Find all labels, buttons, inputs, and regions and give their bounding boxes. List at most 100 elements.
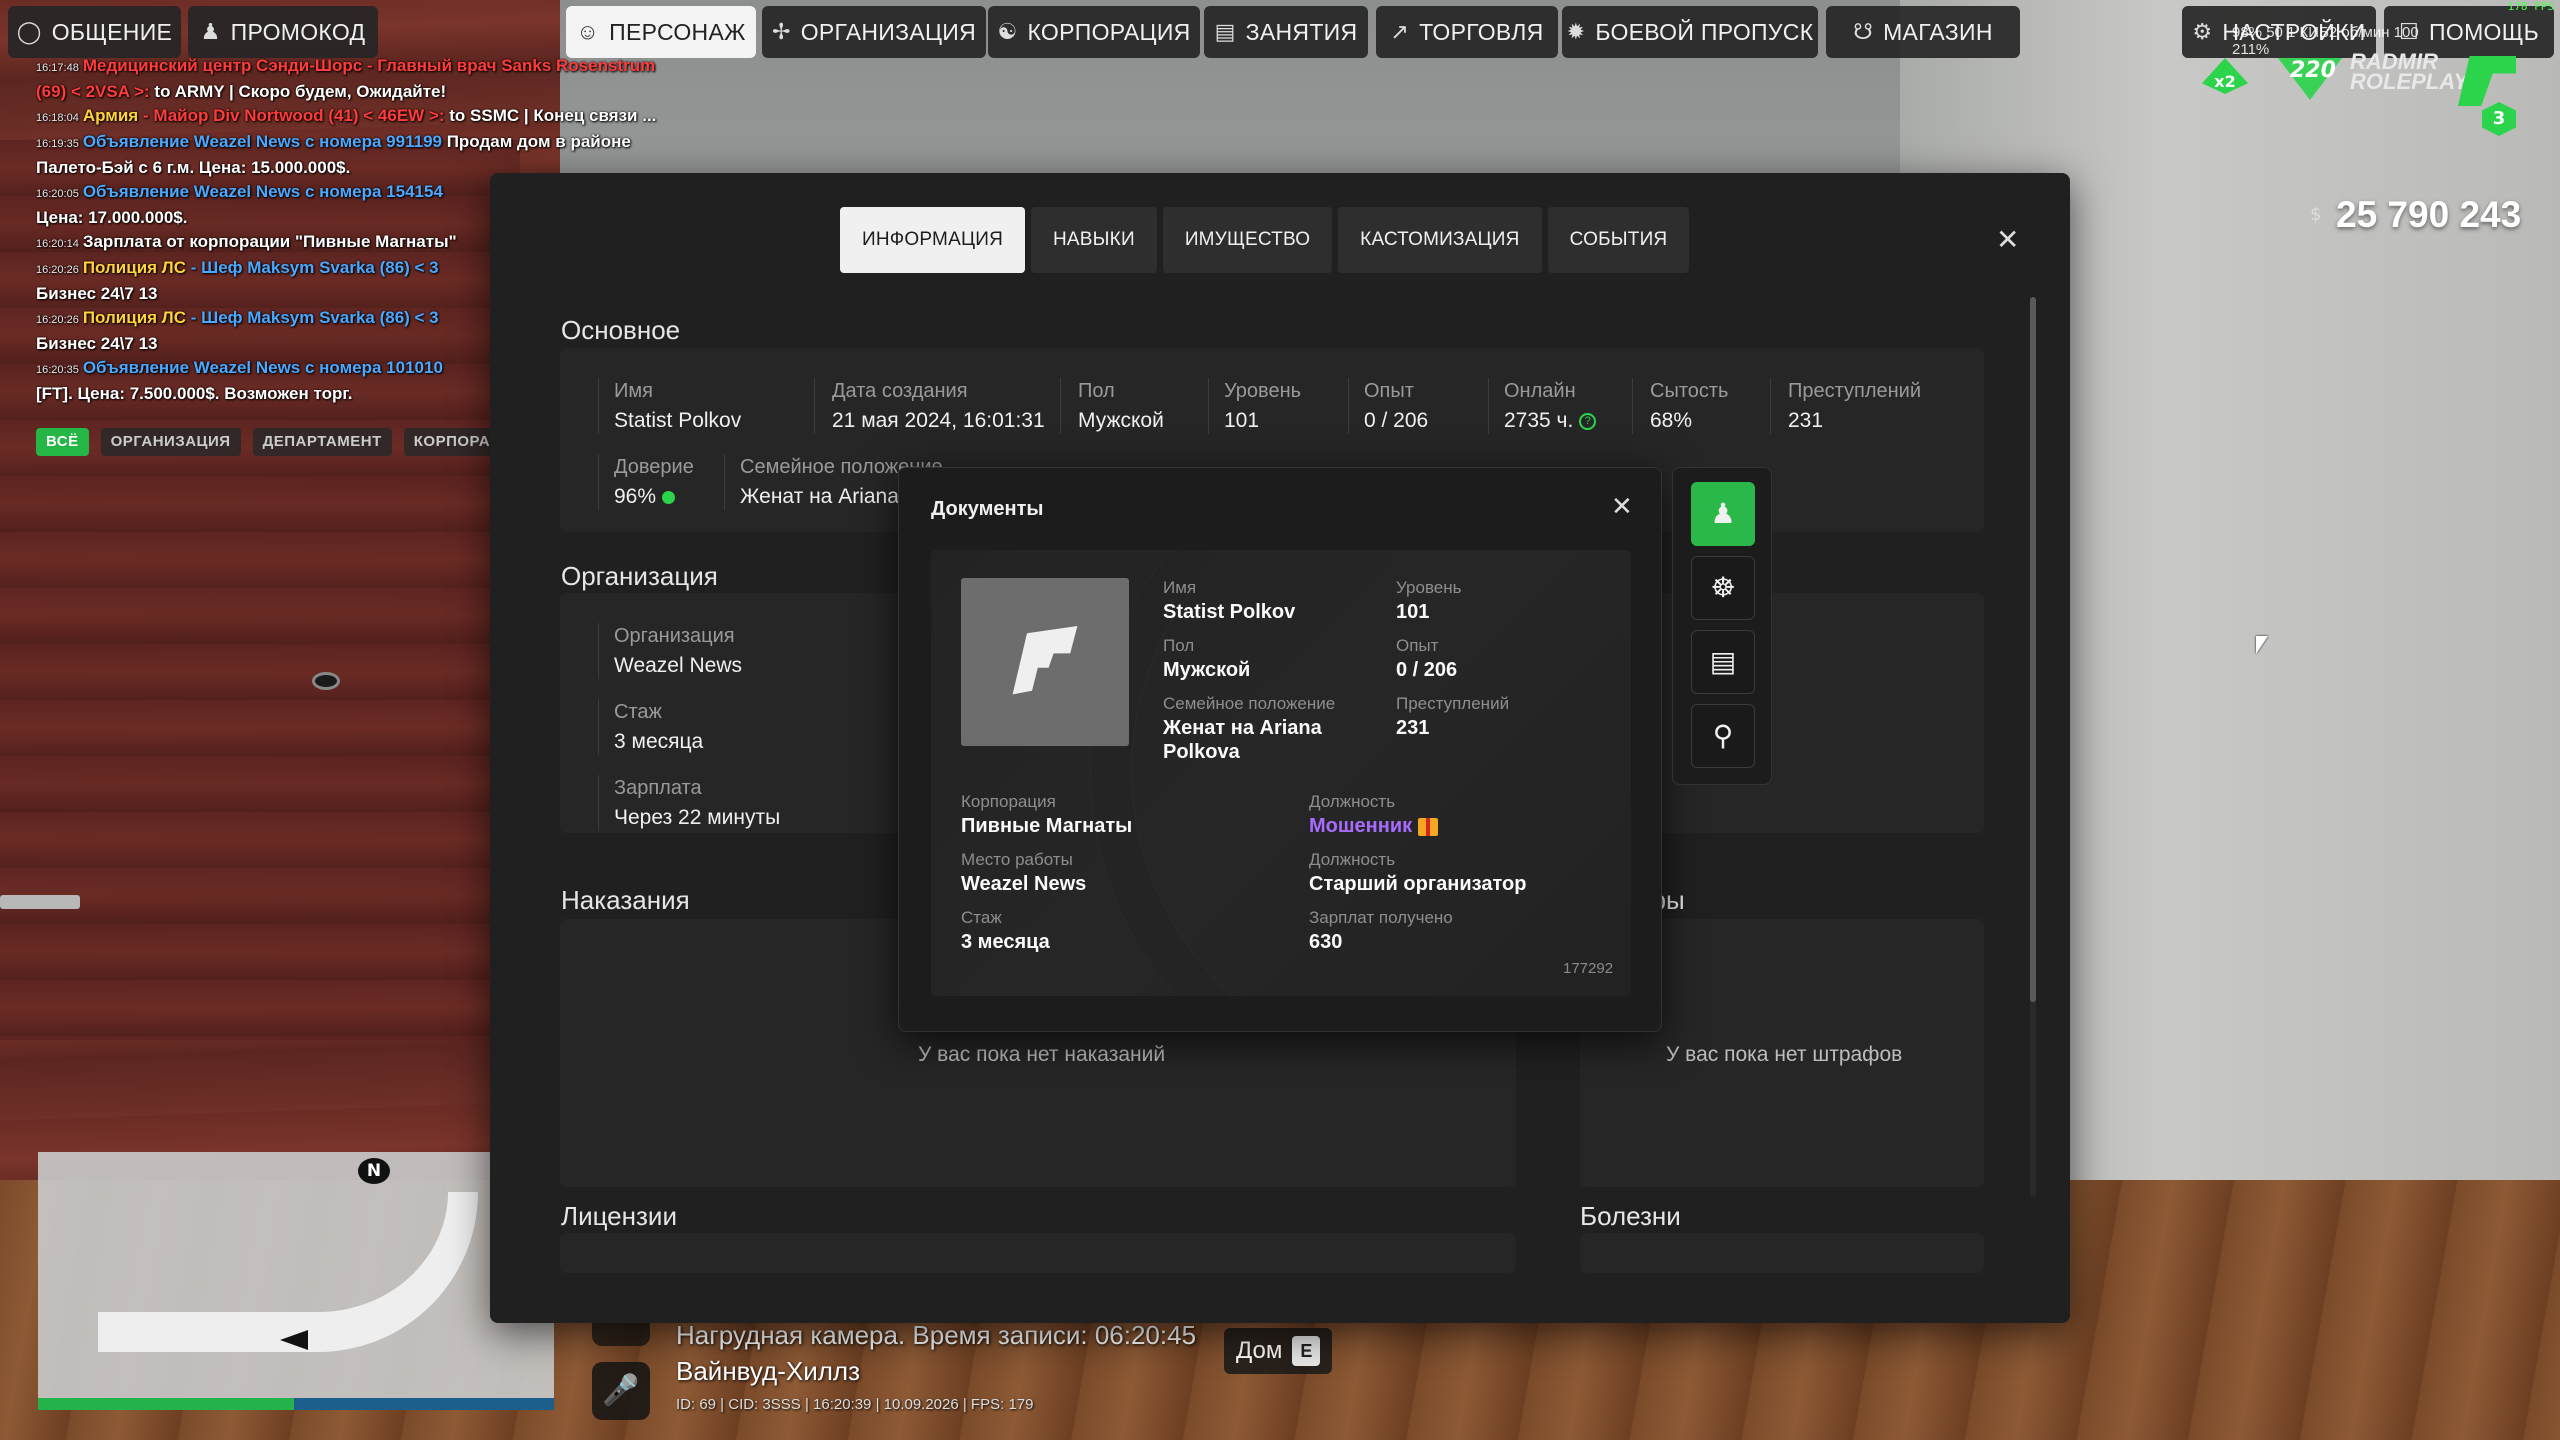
fps-counter: 178 FPS [2507,0,2554,13]
tab-events[interactable]: СОБЫТИЯ [1547,207,1690,273]
minimap-north-icon: N [358,1158,390,1184]
field-label: Стаж [614,701,662,723]
nav-corporation-button[interactable]: ☯ КОРПОРАЦИЯ [988,6,1200,58]
door-handle [0,895,80,909]
nav-character-button[interactable]: ☺ ПЕРСОНАЖ [566,6,756,58]
doc-field-workplace: Место работы Weazel News [961,850,1086,896]
chat-segment: с номера 101010 [300,358,443,377]
location-name: Вайнвуд-Хиллз [676,1356,861,1386]
doc-field-gender: Пол Мужской [1163,636,1250,682]
doc-label: Пол [1163,636,1195,655]
doc-value: Мошенник [1309,815,1413,837]
nav-shop-button[interactable]: ☋ МАГАЗИН [1826,6,2020,58]
nav-trading-button[interactable]: ↗ ТОРГОВЛЯ [1376,6,1558,58]
licenses-card [560,1233,1516,1273]
punishments-empty: У вас пока нет наказаний [918,1043,1166,1066]
question-icon[interactable]: ? [1579,412,1597,430]
nav-label: МАГАЗИН [1883,18,1993,45]
field-value: 21 мая 2024, 16:01:31 [832,409,1045,432]
doc-value: 231 [1396,717,1430,739]
chat-segment: Полиция ЛС [82,308,187,327]
passport-photo [961,578,1129,746]
chat-tabs: ВСЁ ОРГАНИЗАЦИЯ ДЕПАРТАМЕНТ КОРПОРАЦИЯ [36,428,535,456]
chat-line: (69) < 2VSA >: to ARMY | Скоро будем, Ож… [36,80,756,104]
scrollbar-thumb[interactable] [2030,297,2036,1002]
doc-value: Statist Polkov [1163,601,1296,623]
doc-value-wrap: Мошенник [1309,814,1439,838]
tab-skills[interactable]: НАВЫКИ [1031,207,1157,273]
chat-line: 16:17:48 Медицинский центр Сэнди-Шорс - Г… [36,54,756,80]
doc-label: Преступлений [1396,694,1510,713]
chat-segment: Цена: 17.000.000$. [36,208,188,227]
chat-segment: Армия [82,106,139,125]
chat-timestamp: 16:18:04 [36,112,79,124]
chat-line: 16:18:04 Армия - Майор Div Nortwood (41) … [36,104,756,130]
field-created: Дата создания 21 мая 2024, 16:01:31 [832,380,1045,433]
field-separator [598,454,599,510]
nav-activities-button[interactable]: ▤ ЗАНЯТИЯ [1204,6,1368,58]
organization-icon: ✢ [771,19,791,44]
field-name: Имя Statist Polkov [614,380,741,433]
field-value: 3 месяца [614,730,704,753]
chat-timestamp: 16:20:26 [36,314,79,326]
field-separator [598,623,599,679]
field-trust: Доверие 96% [614,456,694,509]
field-label: Уровень [1224,380,1302,402]
chat-tab-department[interactable]: ДЕПАРТАМЕНТ [252,428,392,456]
diseases-card [1580,1233,1984,1273]
chat-tab-organization[interactable]: ОРГАНИЗАЦИЯ [100,428,241,456]
settings-icon: ⚙ [2192,19,2213,44]
doc-field-crimes: Преступлений 231 [1396,694,1509,740]
field-separator [598,699,599,755]
nav-label: ПОМОЩЬ [2429,18,2539,45]
documents-title: Документы [931,498,1044,520]
tab-property[interactable]: ИМУЩЕСТВО [1162,207,1333,273]
field-experience: Опыт 0 / 206 [1364,380,1428,433]
doc-label: Зарплат получено [1309,908,1453,927]
nav-organization-button[interactable]: ✢ ОРГАНИЗАЦИЯ [762,6,986,58]
chat-segment: - Майор Div Nortwood (41) < 46EW >: [138,106,445,125]
chat-segment: - Шеф Maksym Svarka (86) < 3 [186,258,439,277]
top-navigation: ◯ ОБЩЕНИЕ ♟ ПРОМОКОД ☺ ПЕРСОНАЖ ✢ ОРГАНИ… [0,0,2560,62]
chat-segment: to ARMY | Скоро будем, Ожидайте! [149,82,447,101]
doc-field-level: Уровень 101 [1396,578,1462,624]
chat-timestamp: 16:19:35 [36,138,79,150]
chat-segment: - Шеф Maksym Svarka (86) < 3 [186,308,439,327]
doc-label: Опыт [1396,636,1439,655]
chart-icon: ↗ [1390,19,1410,44]
field-value: 0 / 206 [1364,409,1429,432]
field-value: 101 [1224,409,1260,432]
field-value: 96% [614,485,657,508]
steering-wheel-icon[interactable]: ☸ [1691,556,1755,620]
chat-segment: to SSMC | Конец связи ... [444,106,657,125]
medical-magnifier-icon[interactable]: ⚲ [1691,704,1755,768]
tab-customization[interactable]: КАСТОМИЗАЦИЯ [1338,207,1542,273]
field-label: Пол [1078,380,1115,402]
doc-field-corp-position: Должность Мошенник [1309,792,1439,838]
radmir-logo: RADMIR ROLEPLAY [2350,49,2469,94]
status-dot-icon [662,490,676,504]
chat-timestamp: 16:20:05 [36,188,79,200]
documents-close-icon[interactable]: ✕ [1611,492,1633,522]
panel-close-icon[interactable]: ✕ [1996,223,2019,256]
microphone-icon[interactable]: 🎤 [592,1362,650,1420]
doc-value: Weazel News [961,873,1087,895]
chat-timestamp: 16:17:48 [36,62,79,74]
tab-information[interactable]: ИНФОРМАЦИЯ [840,207,1025,273]
chat-line: 16:19:35 Объявление Weazel News с номера … [36,130,756,156]
doc-value: 3 месяца [961,931,1050,953]
document-list-icon[interactable]: ▤ [1691,630,1755,694]
chat-segment: с номера 154154 [300,182,443,201]
nav-promocode-button[interactable]: ♟ ПРОМОКОД [188,6,378,58]
field-separator [1632,378,1633,434]
passport-person-icon[interactable]: ♟ [1691,482,1755,546]
bonus-220-text: 220 [2290,58,2336,83]
chat-segment: Бизнес 24\7 13 [36,334,158,353]
nav-label: ОБЩЕНИЕ [51,18,173,45]
nav-label: ЗАНЯТИЯ [1245,18,1358,45]
nav-battlepass-button[interactable]: ✹ БОЕВОЙ ПРОПУСК [1562,6,1818,58]
chat-tab-all[interactable]: ВСЁ [36,428,89,456]
field-value: 231 [1788,409,1824,432]
nav-chat-button[interactable]: ◯ ОБЩЕНИЕ [8,6,181,58]
home-button[interactable]: Дом E [1224,1328,1333,1374]
